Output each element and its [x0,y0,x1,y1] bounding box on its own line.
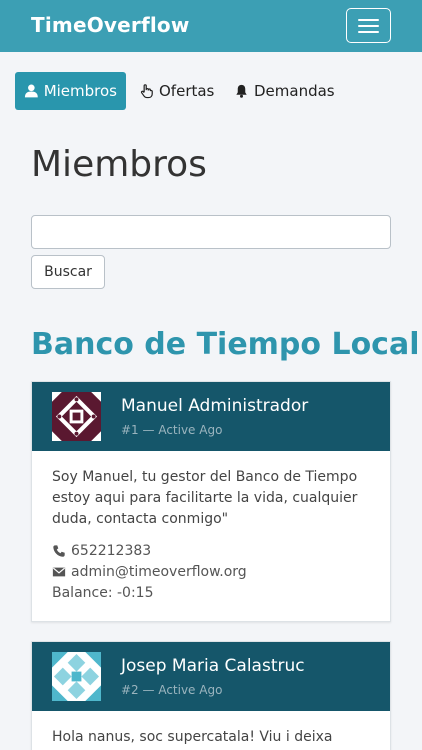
tab-demands[interactable]: Demandas [225,72,344,110]
tab-label: Miembros [43,82,117,100]
brand-logo[interactable]: TimeOverflow [31,13,190,37]
organization-title: Banco de Tiempo Local [31,327,420,362]
member-balance: Balance: -0:15 [52,585,154,601]
hamburger-icon-bar [358,19,379,21]
phone-icon [53,545,65,557]
member-meta: #2 — Active Ago [121,683,223,697]
member-name[interactable]: Josep Maria Calastruc [121,656,305,676]
tab-members[interactable]: Miembros [15,72,126,110]
member-card[interactable]: Manuel Administrador #1 — Active Ago Soy… [31,381,391,622]
user-icon [24,84,38,98]
member-avatar [52,652,101,701]
menu-toggle-button[interactable] [346,8,391,43]
search-input[interactable] [31,215,391,249]
member-name[interactable]: Manuel Administrador [121,396,308,416]
envelope-icon [52,567,66,577]
tab-offers[interactable]: Ofertas [130,72,223,110]
member-phone-row: 652212383 [52,543,151,559]
member-meta: #1 — Active Ago [121,423,223,437]
member-email-row: admin@timeoverflow.org [52,564,247,580]
hamburger-icon-bar [358,31,379,33]
member-phone[interactable]: 652212383 [71,543,151,559]
hand-pointer-icon [140,84,153,99]
search-button[interactable]: Buscar [31,255,105,289]
top-navbar: TimeOverflow [0,0,422,52]
member-avatar [52,392,101,441]
member-card-header: Manuel Administrador #1 — Active Ago [32,382,390,451]
hamburger-icon-bar [358,25,379,27]
member-description: Soy Manuel, tu gestor del Banco de Tiemp… [52,469,358,527]
tab-label: Ofertas [159,82,215,100]
member-description: Hola nanus, soc supercatala! Viu i deixa [52,729,333,745]
page-title: Miembros [31,144,207,185]
member-card-header: Josep Maria Calastruc #2 — Active Ago [32,642,390,711]
tab-label: Demandas [254,82,335,100]
bell-icon [236,84,247,98]
member-email[interactable]: admin@timeoverflow.org [71,564,247,580]
member-card[interactable]: Josep Maria Calastruc #2 — Active Ago Ho… [31,641,391,750]
